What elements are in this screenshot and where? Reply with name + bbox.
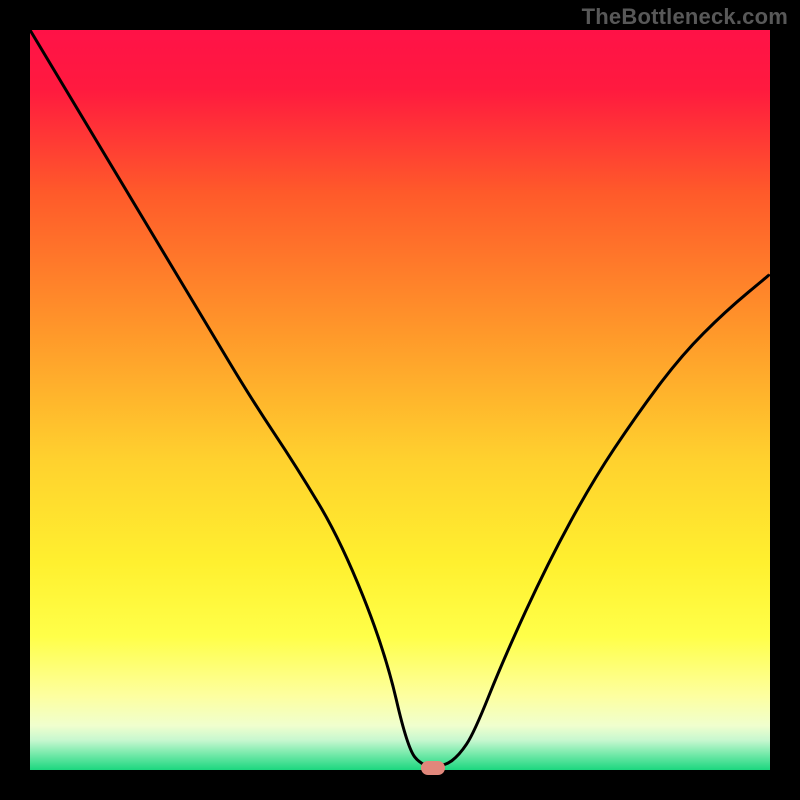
watermark-text: TheBottleneck.com [582,4,788,30]
gradient-background [30,30,770,770]
chart-svg [30,30,770,770]
plot-area [30,30,770,770]
optimal-marker [421,761,445,775]
chart-frame: TheBottleneck.com [0,0,800,800]
